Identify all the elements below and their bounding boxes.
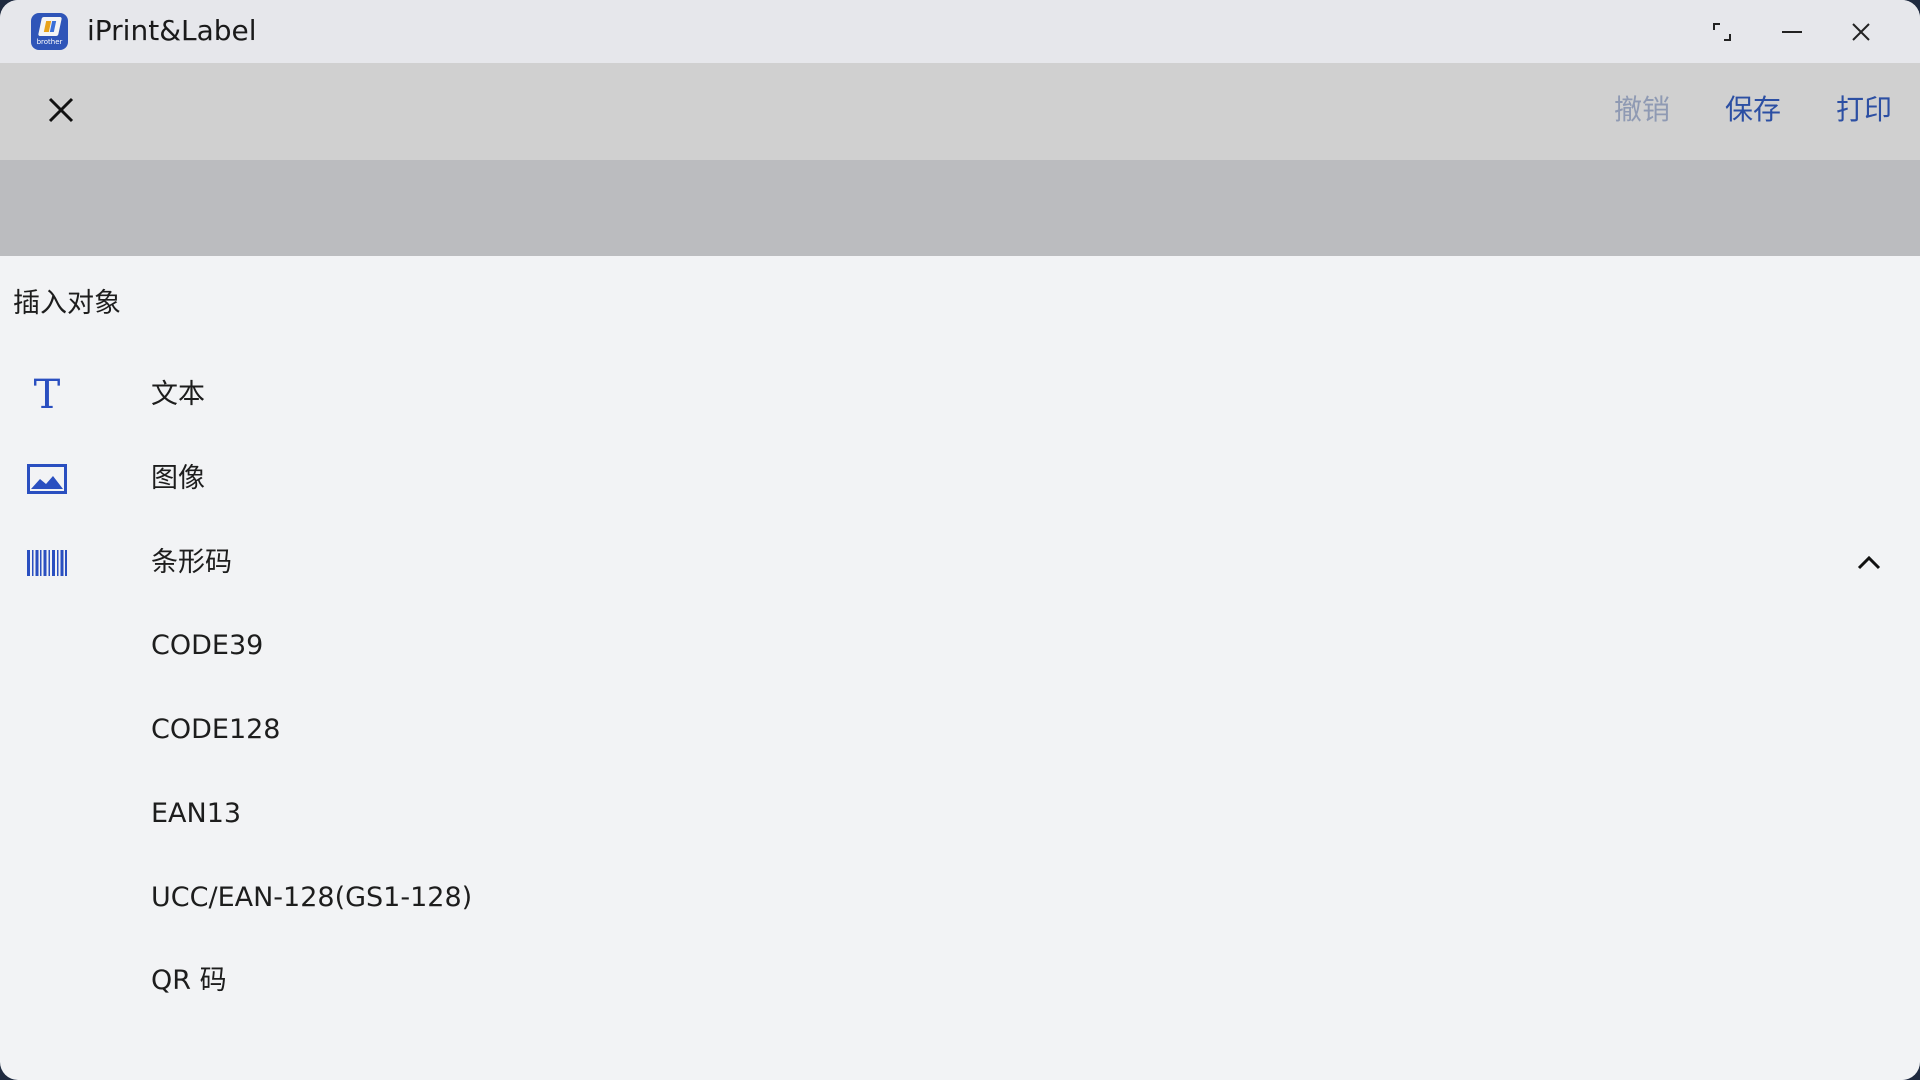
title-bar: brother iPrint&Label xyxy=(0,0,1920,63)
toolbar: 撤销 保存 打印 xyxy=(0,63,1920,160)
app-logo-icon: brother xyxy=(31,13,68,50)
label-preview-area xyxy=(0,160,1920,256)
insert-image-label: 图像 xyxy=(151,463,205,494)
barcode-type-label: EAN13 xyxy=(151,798,242,829)
insert-text-item[interactable]: T 文本 xyxy=(0,360,1920,430)
save-button[interactable]: 保存 xyxy=(1725,91,1781,129)
barcode-code128-item[interactable]: CODE128 xyxy=(0,695,1920,765)
insert-image-item[interactable]: 图像 xyxy=(0,444,1920,514)
insert-barcode-item[interactable]: 条形码 xyxy=(0,528,1920,598)
barcode-type-label: CODE128 xyxy=(151,714,281,745)
barcode-qr-item[interactable]: QR 码 xyxy=(0,946,1920,1016)
restore-icon xyxy=(1713,23,1731,41)
close-icon xyxy=(1852,23,1870,41)
text-icon: T xyxy=(33,372,61,418)
undo-button[interactable]: 撤销 xyxy=(1614,91,1670,129)
barcode-ean13-item[interactable]: EAN13 xyxy=(0,779,1920,849)
barcode-gs1-128-item[interactable]: UCC/EAN-128(GS1-128) xyxy=(0,863,1920,933)
restore-button[interactable] xyxy=(1699,10,1745,54)
close-icon xyxy=(48,97,74,123)
barcode-code39-item[interactable]: CODE39 xyxy=(0,611,1920,681)
app-window: brother iPrint&Label 撤销 保存 打印 插入对象 T 文本 … xyxy=(0,0,1920,1080)
barcode-type-label: UCC/EAN-128(GS1-128) xyxy=(151,882,473,913)
image-icon xyxy=(26,459,68,499)
barcode-icon xyxy=(26,543,68,583)
window-title: iPrint&Label xyxy=(87,14,257,47)
print-button[interactable]: 打印 xyxy=(1836,91,1892,129)
close-editor-button[interactable] xyxy=(38,87,84,133)
minimize-button[interactable] xyxy=(1769,10,1815,54)
barcode-type-label: QR 码 xyxy=(151,965,227,996)
insert-object-heading: 插入对象 xyxy=(13,288,121,319)
insert-text-label: 文本 xyxy=(151,379,205,410)
minimize-icon xyxy=(1782,31,1802,33)
window-close-button[interactable] xyxy=(1838,10,1884,54)
barcode-type-label: CODE39 xyxy=(151,630,264,661)
insert-barcode-label: 条形码 xyxy=(151,547,232,578)
chevron-up-icon[interactable] xyxy=(1852,546,1886,580)
